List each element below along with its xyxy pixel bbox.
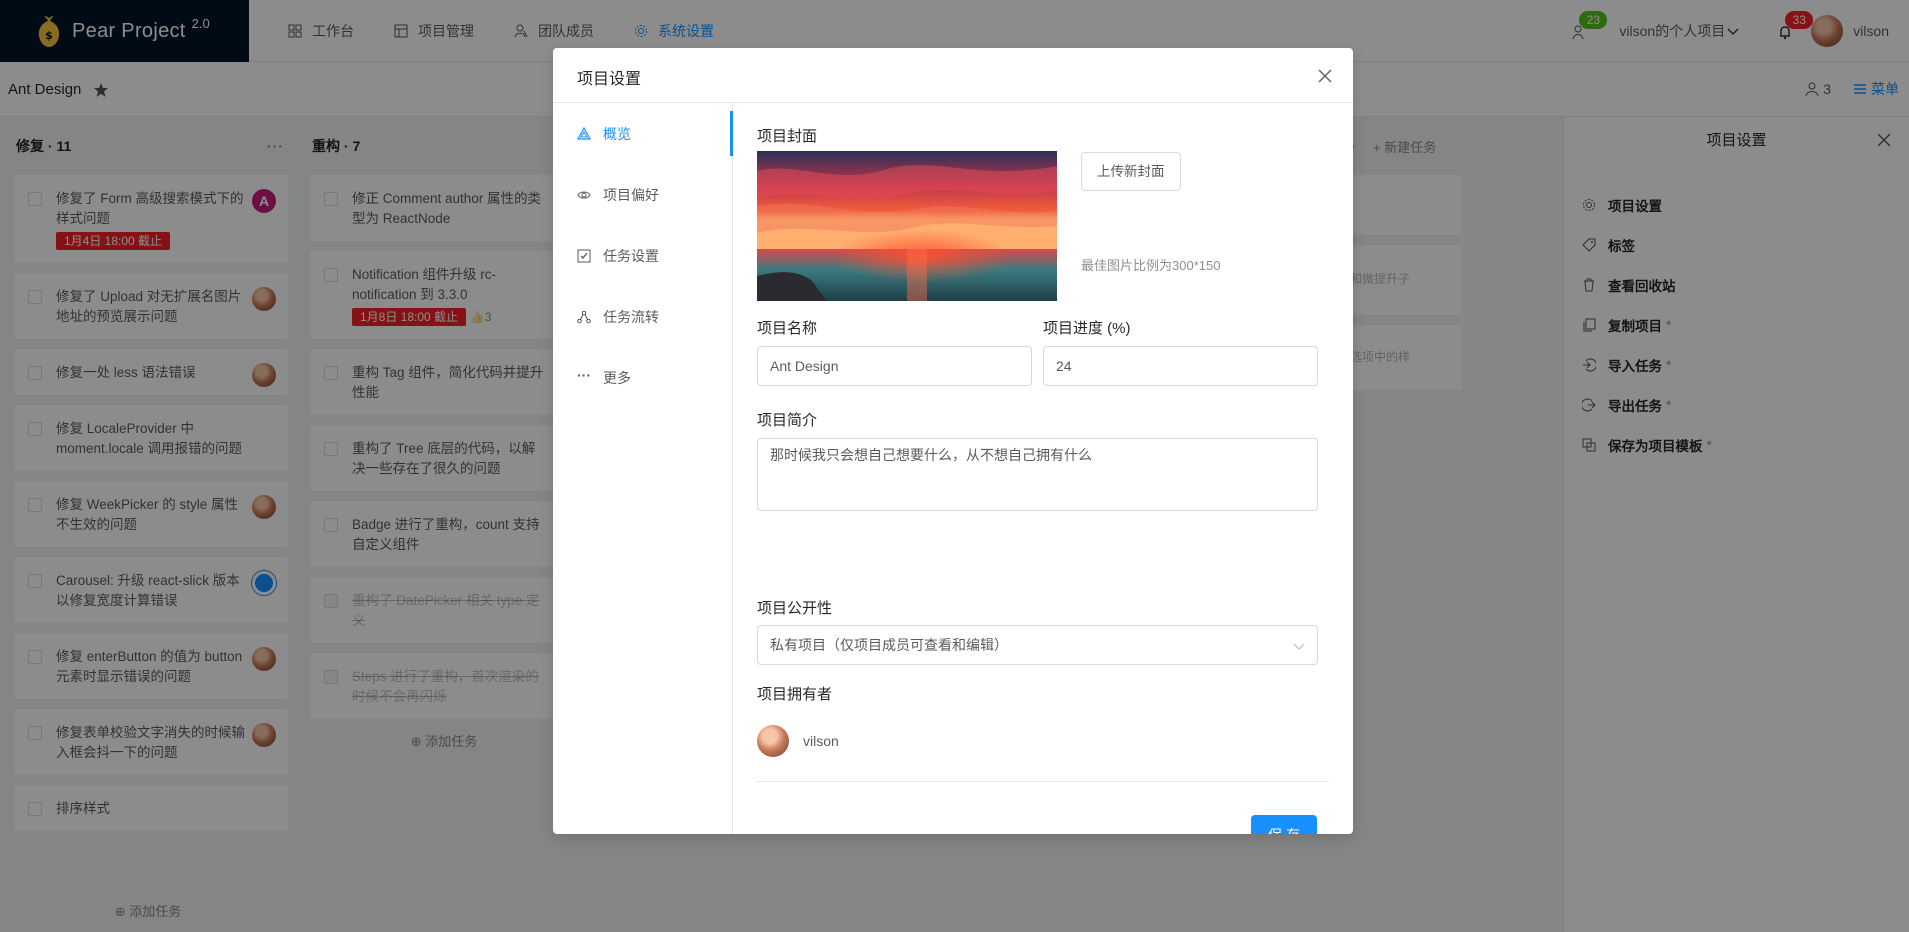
cover-label: 项目封面	[757, 128, 818, 145]
project-name-input[interactable]	[757, 346, 1032, 386]
visibility-selected-value: 私有项目（仅项目成员可查看和编辑）	[770, 637, 1008, 653]
tab-label: 更多	[603, 369, 631, 386]
tab-task-settings[interactable]: 任务设置	[553, 225, 732, 286]
project-desc-textarea[interactable]: 那时候我只会想自己想要什么，从不想自己拥有什么	[757, 438, 1318, 511]
project-owner-label: 项目拥有者	[757, 686, 833, 703]
project-name-label: 项目名称	[757, 320, 818, 337]
overview-icon	[577, 126, 591, 140]
tab-task-flow[interactable]: 任务流转	[553, 286, 732, 347]
project-visibility-label: 项目公开性	[757, 600, 833, 617]
save-button[interactable]: 保存	[1251, 815, 1317, 834]
tab-preferences[interactable]: 项目偏好	[553, 164, 732, 225]
project-visibility-select[interactable]: 私有项目（仅项目成员可查看和编辑）	[757, 625, 1318, 665]
project-cover-image	[757, 151, 1057, 301]
tab-label: 任务流转	[603, 308, 659, 325]
owner-name: vilson	[803, 733, 839, 749]
form-divider	[757, 781, 1329, 782]
chevron-down-icon	[1293, 643, 1305, 650]
cover-hint: 最佳图片比例为300*150	[1081, 258, 1221, 273]
modal-side-menu: 概览 项目偏好 任务设置 任务流转 ··· 更多	[553, 103, 733, 834]
tab-overview[interactable]: 概览	[553, 103, 733, 164]
flow-icon	[577, 310, 591, 323]
tab-label: 概览	[603, 125, 631, 142]
more-icon: ···	[577, 366, 591, 383]
eye-icon	[577, 191, 591, 198]
tab-label: 项目偏好	[603, 186, 659, 203]
modal-title: 项目设置	[553, 48, 1353, 103]
tab-more[interactable]: ··· 更多	[553, 347, 732, 408]
checkbox-icon	[577, 249, 591, 262]
project-progress-label: 项目进度 (%)	[1043, 320, 1131, 337]
tab-label: 任务设置	[603, 247, 659, 264]
project-desc-label: 项目简介	[757, 412, 818, 429]
project-owner: vilson	[757, 725, 839, 757]
project-progress-input[interactable]	[1043, 346, 1318, 386]
project-settings-modal: 项目设置 概览 项目偏好 任务设置 任务流转 ··· 更多 项目封面 上传新封面…	[553, 48, 1353, 834]
upload-cover-button[interactable]: 上传新封面	[1081, 152, 1181, 191]
close-icon[interactable]	[1317, 68, 1333, 84]
owner-avatar	[757, 725, 789, 757]
